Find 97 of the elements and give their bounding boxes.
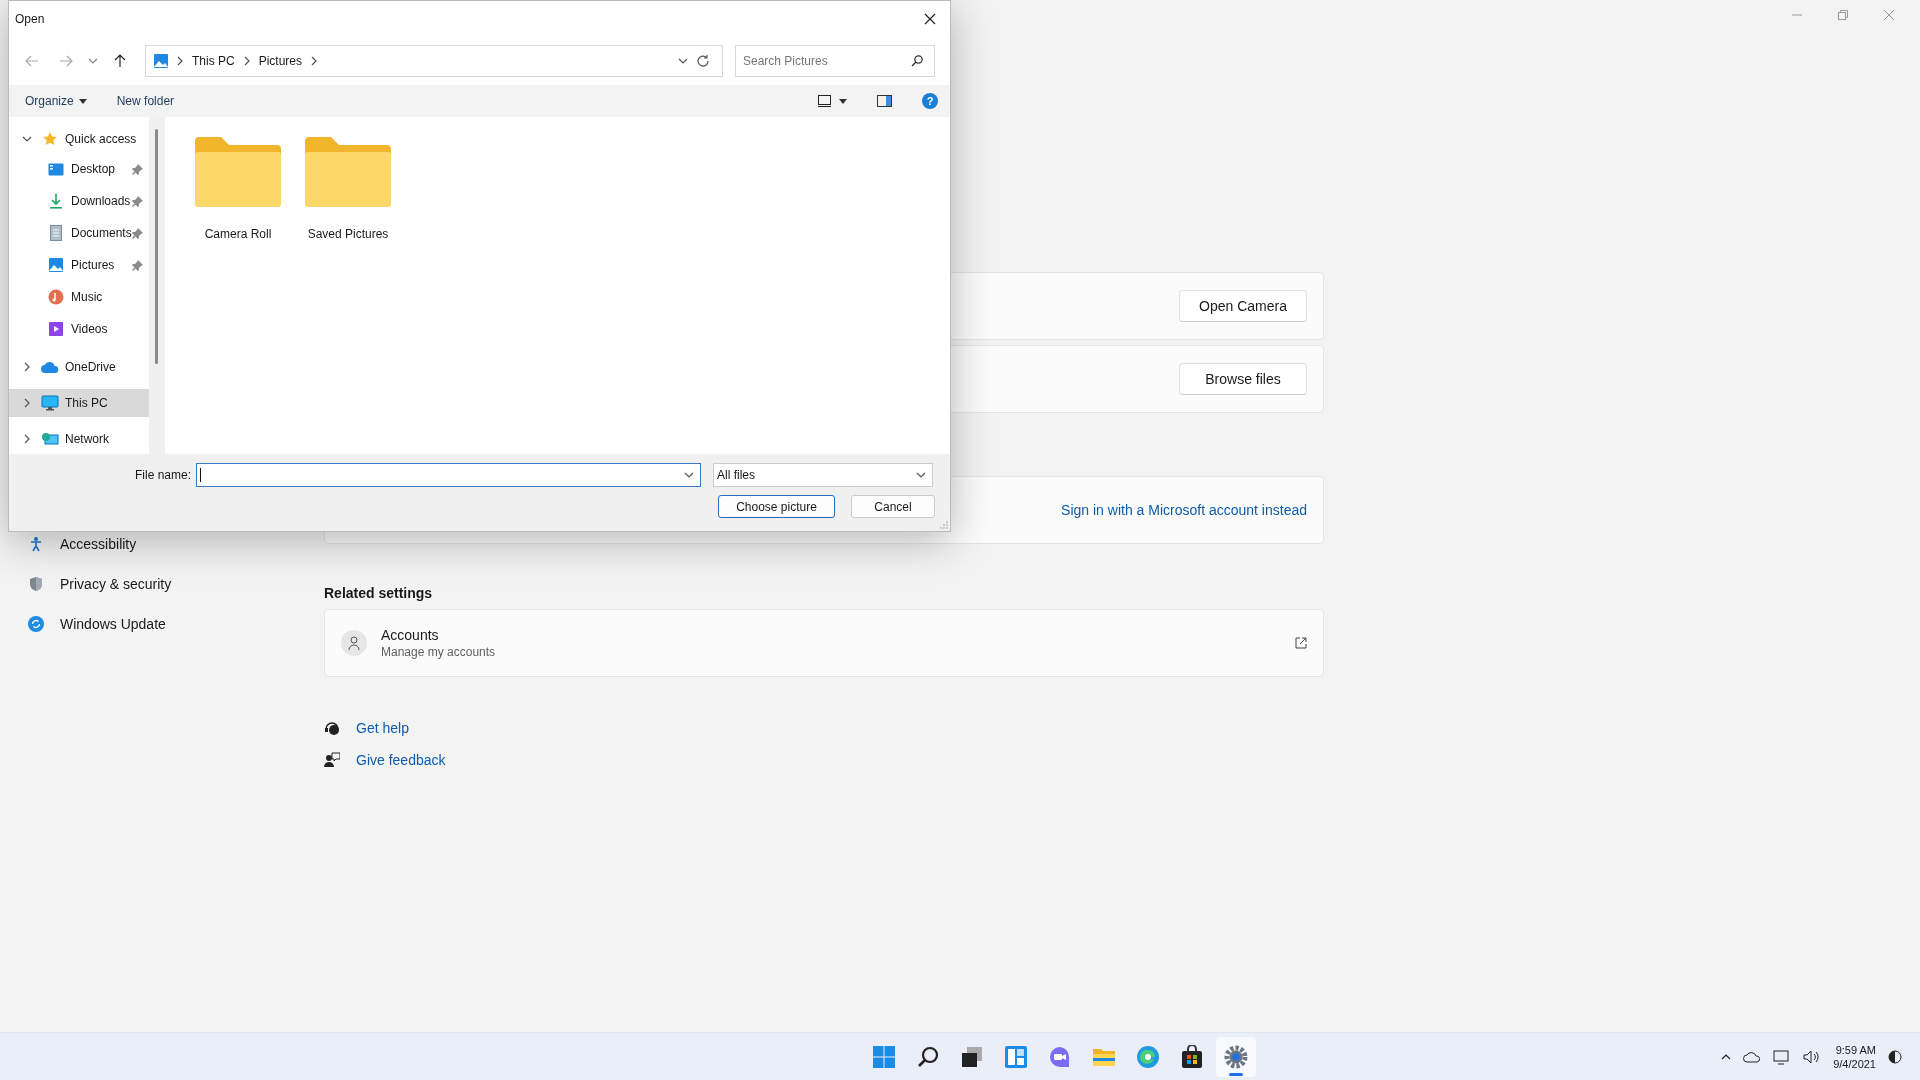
tree-item[interactable]: This PC — [9, 389, 149, 417]
search-icon — [911, 55, 923, 67]
breadcrumb-item[interactable]: Pictures — [258, 54, 303, 68]
pin-icon — [132, 227, 143, 239]
nav-item[interactable]: Privacy & security — [28, 574, 324, 594]
nav-item[interactable]: Windows Update — [28, 614, 324, 634]
shield-icon — [29, 576, 43, 592]
desktop-icon — [48, 162, 64, 176]
card-button[interactable]: Browse files — [1179, 363, 1307, 395]
chat-icon — [1048, 1044, 1072, 1069]
tree-item[interactable]: Downloads — [9, 185, 149, 217]
breadcrumb-item[interactable]: This PC — [192, 54, 235, 68]
folder-icon — [305, 137, 391, 207]
pin-icon — [132, 259, 143, 271]
folder-item[interactable]: Saved Pictures — [293, 137, 403, 241]
help-button[interactable]: ? — [922, 93, 938, 109]
clock-date[interactable]: 9/4/2021 — [1833, 1056, 1876, 1071]
up-arrow-icon — [114, 54, 126, 68]
sign-in-link[interactable]: Sign in with a Microsoft account instead — [1061, 502, 1307, 518]
chevron-down-icon — [684, 471, 694, 479]
gear-icon — [1224, 1044, 1248, 1069]
speaker-icon — [1803, 1049, 1822, 1064]
picture-icon — [154, 54, 168, 68]
chevron-up-icon — [1721, 1052, 1732, 1061]
resize-grip-icon — [940, 521, 948, 529]
cloud-icon — [41, 361, 59, 373]
view-icon — [818, 95, 831, 107]
dialog-title: Open — [15, 12, 45, 26]
caret-icon — [78, 98, 87, 104]
pin-icon — [132, 163, 143, 175]
address-bar[interactable]: This PC Pictures — [145, 45, 723, 77]
field-label: File name: — [133, 468, 191, 482]
tree-item[interactable]: Pictures — [9, 249, 149, 281]
tree-item[interactable]: Quick access — [9, 125, 149, 153]
download-icon — [49, 193, 63, 209]
caret-icon — [839, 98, 847, 104]
refresh-icon — [28, 616, 44, 632]
chevron-right-icon — [242, 56, 251, 66]
preview-pane-button[interactable] — [877, 95, 892, 107]
clock-time[interactable]: 9:59 AM — [1835, 1042, 1876, 1057]
shopping-bag-icon — [1180, 1044, 1204, 1069]
search-field[interactable]: Search Pictures — [735, 45, 935, 77]
swirl-icon — [1136, 1044, 1160, 1069]
card-title: Accounts — [381, 627, 440, 643]
feedback-icon — [324, 752, 340, 768]
tree-item[interactable]: OneDrive — [9, 353, 149, 381]
pane-icon — [877, 95, 892, 107]
document-icon — [50, 225, 62, 241]
search-icon — [916, 1044, 940, 1069]
video-icon — [49, 322, 63, 336]
cloud-icon — [1743, 1050, 1762, 1063]
headset-icon — [324, 720, 340, 736]
stacked-squares-icon — [960, 1044, 984, 1069]
music-icon — [48, 289, 64, 305]
command-button[interactable]: New folder — [116, 94, 175, 108]
card-button[interactable]: Open Camera — [1179, 290, 1307, 322]
accounts-card[interactable]: Accounts Manage my accounts — [324, 609, 1324, 677]
dialog-button[interactable]: Choose picture — [718, 495, 835, 518]
expand-chevron-icon — [23, 434, 31, 444]
folder-item[interactable]: Camera Roll — [183, 137, 293, 241]
nav-item[interactable]: Accessibility — [28, 534, 324, 554]
help-link[interactable]: Give feedback — [356, 752, 446, 768]
tree-item[interactable]: Network — [9, 425, 149, 453]
help-link[interactable]: Get help — [356, 720, 409, 736]
refresh-icon — [696, 54, 710, 68]
scrollbar-thumb[interactable] — [155, 129, 158, 364]
chevron-down-icon — [916, 471, 926, 479]
globe-monitor-icon — [41, 432, 59, 446]
chevron-right-icon — [176, 56, 184, 66]
picture-icon — [49, 258, 63, 272]
start-icon — [872, 1044, 896, 1069]
monitor-icon — [41, 395, 59, 411]
expand-chevron-icon — [22, 135, 32, 143]
file-type-dropdown[interactable]: All files — [713, 463, 933, 487]
tree-item[interactable]: Desktop — [9, 153, 149, 185]
star-icon — [42, 131, 58, 147]
panels-icon — [1004, 1044, 1028, 1069]
moon-icon — [1888, 1049, 1902, 1064]
expand-chevron-icon — [23, 362, 31, 372]
tree-item[interactable]: Music — [9, 281, 149, 313]
recent-chevron-icon — [88, 57, 98, 65]
person-icon — [30, 536, 42, 552]
card-subtitle: Manage my accounts — [381, 645, 497, 659]
file-name-field[interactable] — [196, 463, 701, 487]
network-icon — [1773, 1048, 1792, 1065]
chevron-right-icon — [310, 56, 319, 66]
external-link-icon — [1295, 637, 1307, 649]
dialog-button[interactable]: Cancel — [851, 495, 935, 518]
section-heading: Related settings — [324, 585, 434, 601]
view-button[interactable] — [818, 95, 847, 107]
expand-chevron-icon — [23, 398, 31, 408]
tree-item[interactable]: Videos — [9, 313, 149, 345]
folder-icon — [195, 137, 281, 207]
tree-item[interactable]: Documents — [9, 217, 149, 249]
pin-icon — [132, 195, 143, 207]
command-button[interactable]: Organize — [25, 94, 87, 108]
chevron-down-icon — [678, 57, 688, 65]
